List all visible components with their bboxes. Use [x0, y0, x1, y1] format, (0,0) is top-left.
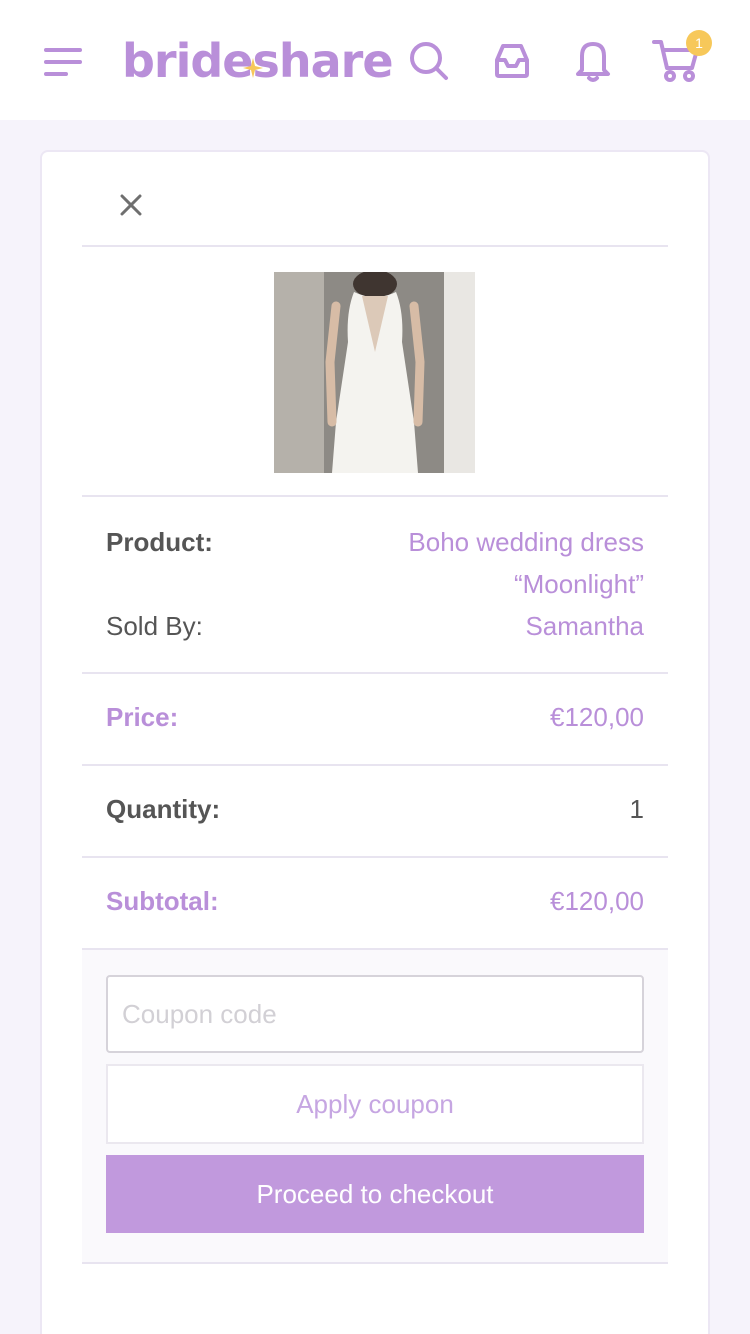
- apply-coupon-button[interactable]: Apply coupon: [106, 1064, 644, 1144]
- sold-by-label: Sold By:: [106, 611, 203, 641]
- inbox-icon[interactable]: [489, 38, 535, 84]
- quantity-value: 1: [629, 794, 644, 824]
- product-name-line1[interactable]: Boho wedding dress: [320, 521, 644, 563]
- sparkle-icon: [242, 32, 264, 78]
- product-image[interactable]: [274, 270, 475, 473]
- price-value: €120,00: [550, 702, 644, 732]
- divider: [82, 245, 668, 247]
- divider: [82, 856, 668, 858]
- seller-link[interactable]: Samantha: [320, 605, 644, 647]
- divider: [82, 1262, 668, 1264]
- brand-logo[interactable]: brideshare: [122, 30, 394, 90]
- coupon-code-input[interactable]: [106, 975, 644, 1053]
- divider: [82, 672, 668, 674]
- close-icon[interactable]: [116, 190, 146, 220]
- search-icon[interactable]: [406, 38, 452, 84]
- bell-icon[interactable]: [570, 36, 616, 84]
- quantity-label: Quantity:: [106, 794, 221, 824]
- divider: [82, 764, 668, 766]
- product-label: Product:: [106, 527, 213, 557]
- subtotal-value: €120,00: [550, 886, 644, 916]
- subtotal-label: Subtotal:: [106, 886, 219, 916]
- proceed-to-checkout-button[interactable]: Proceed to checkout: [106, 1155, 644, 1233]
- divider: [82, 495, 668, 497]
- price-label: Price:: [106, 702, 179, 732]
- app-header: brideshare 1: [0, 0, 750, 120]
- hamburger-menu-icon[interactable]: [40, 40, 88, 84]
- cart-count-badge: 1: [686, 30, 712, 56]
- product-name-line2[interactable]: “Moonlight”: [320, 563, 644, 605]
